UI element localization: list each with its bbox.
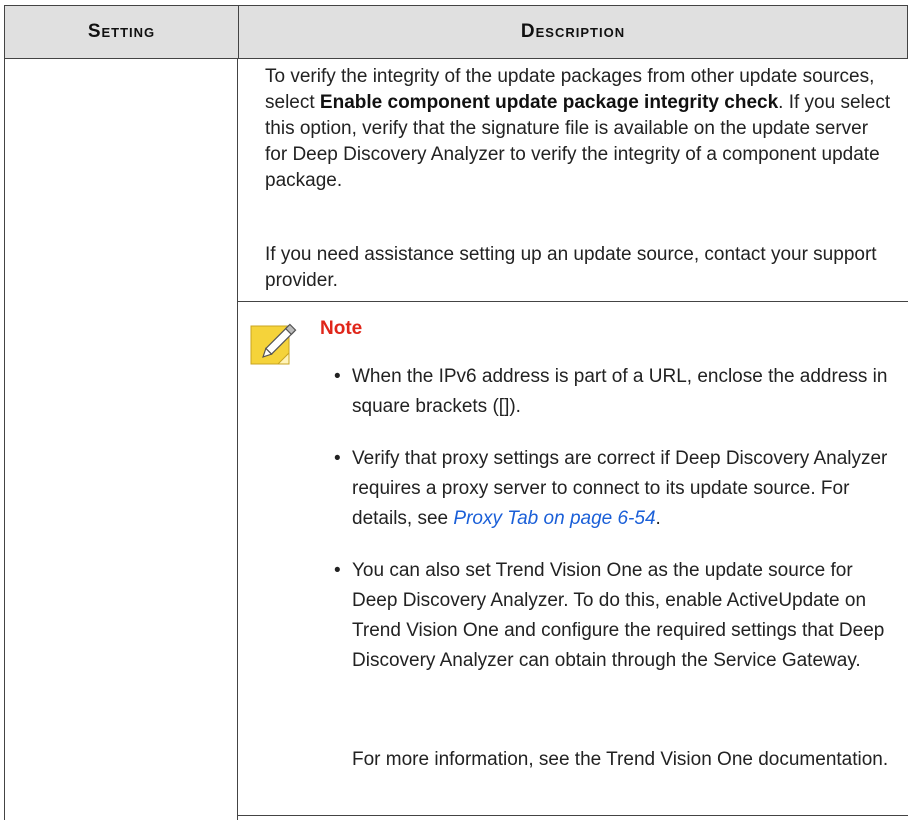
- note-bullet-ipv6: When the IPv6 address is part of a URL, …: [330, 362, 890, 422]
- note-title: Note: [320, 318, 363, 339]
- note-top-rule: [237, 301, 908, 302]
- table-left-border: [4, 59, 5, 820]
- note-more-info: For more information, see the Trend Visi…: [352, 749, 889, 770]
- bullet2-text-b: .: [655, 508, 661, 529]
- note-bullet-vision-one: You can also set Trend Vision One as the…: [330, 556, 890, 676]
- proxy-tab-link[interactable]: Proxy Tab on page 6-54: [453, 508, 655, 529]
- note-bullet-proxy: Verify that proxy settings are correct i…: [330, 444, 890, 534]
- table-header-row: Setting Description: [4, 5, 908, 59]
- table-column-divider: [237, 59, 238, 820]
- note-bottom-rule: [237, 815, 908, 816]
- description-paragraph-assistance: If you need assistance setting up an upd…: [265, 244, 877, 291]
- settings-table: Setting Description To verify the integr…: [0, 0, 911, 820]
- description-paragraph-integrity: To verify the integrity of the update pa…: [265, 64, 895, 194]
- note-pencil-icon: [250, 323, 297, 365]
- p1-option-name: Enable component update package integrit…: [319, 92, 779, 113]
- header-setting: Setting: [87, 21, 156, 42]
- note-bullet-list: When the IPv6 address is part of a URL, …: [330, 362, 890, 694]
- header-description: Description: [520, 21, 626, 42]
